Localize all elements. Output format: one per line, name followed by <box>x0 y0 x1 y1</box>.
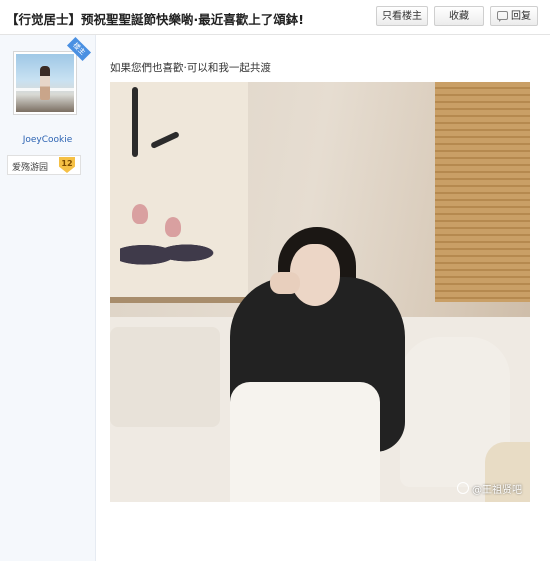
photo-watermark: @王祖贤吧 <box>457 481 522 496</box>
level-name: 爱殇游园 <box>12 163 49 173</box>
photo-sofa-cushion <box>110 327 220 427</box>
reply-icon <box>497 11 508 22</box>
post-photo[interactable]: @王祖贤吧 <box>110 82 530 502</box>
photo-skirt <box>230 382 380 502</box>
photo-wall-scroll <box>110 82 248 303</box>
favorite-button[interactable]: 收藏 <box>434 6 484 26</box>
post-title: 【行觉居士】预祝聖聖誕節快樂喲·最近喜歡上了頌鉢! <box>6 12 304 27</box>
photo-hand <box>270 272 300 294</box>
member-level[interactable]: 爱殇游园 12 <box>7 155 81 175</box>
photo-calligraphy-stroke <box>132 87 138 157</box>
thread-header: 【行觉居士】预祝聖聖誕節快樂喲·最近喜歡上了頌鉢! 只看楼主 收藏 回复 <box>0 0 550 35</box>
reply-button[interactable]: 回复 <box>490 6 538 26</box>
avatar-person <box>40 66 50 100</box>
reply-button-label: 回复 <box>511 11 531 22</box>
avatar-frame[interactable] <box>13 51 77 115</box>
level-badge-icon: 12 <box>59 157 75 173</box>
photo-lotus-flower <box>132 204 148 224</box>
photo-calligraphy-stroke <box>150 130 180 150</box>
photo-bamboo-blind <box>435 82 530 302</box>
weibo-icon <box>457 482 469 494</box>
photo-lotus-leaves <box>120 232 215 270</box>
post-body-text: 如果您們也喜歡·可以和我一起共渡 <box>110 62 271 74</box>
author-sidebar: 楼主 JoeyCookie 爱殇游园 12 <box>0 35 96 561</box>
watermark-text: @王祖贤吧 <box>472 485 522 496</box>
avatar[interactable] <box>16 54 74 112</box>
username-link[interactable]: JoeyCookie <box>0 135 95 145</box>
only-op-button[interactable]: 只看楼主 <box>376 6 428 26</box>
